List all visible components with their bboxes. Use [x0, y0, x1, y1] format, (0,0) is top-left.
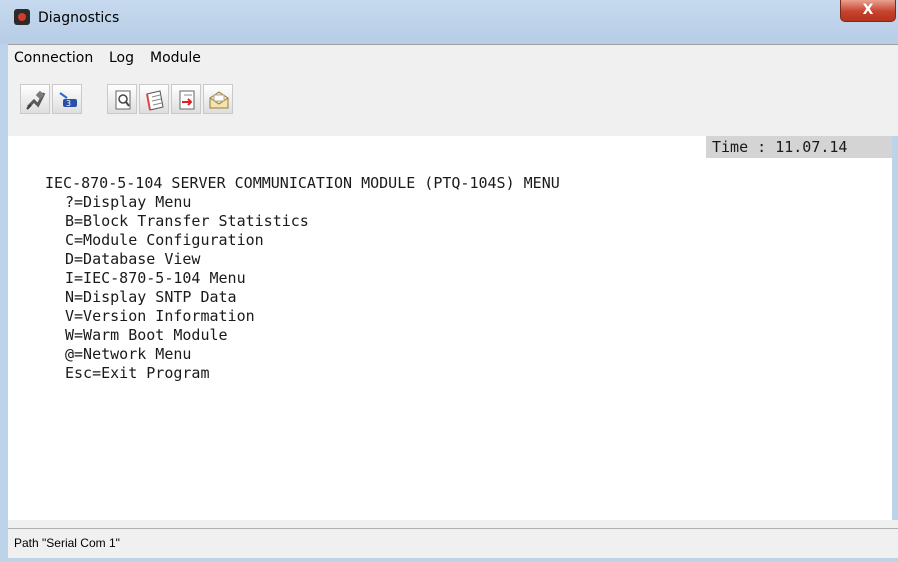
status-path: Path "Serial Com 1": [14, 536, 120, 550]
close-button[interactable]: X: [840, 0, 896, 22]
diagnostics-window: Diagnostics X Connection Log Module 3 Ti…: [0, 0, 898, 562]
status-bar: Path "Serial Com 1": [8, 528, 898, 558]
divider: [8, 520, 898, 528]
menu-line: B=Block Transfer Statistics: [65, 212, 309, 230]
serial-port-button[interactable]: 3: [52, 84, 82, 114]
menu-list: ?=Display Menu B=Block Transfer Statisti…: [65, 193, 309, 383]
menu-title: IEC-870-5-104 SERVER COMMUNICATION MODUL…: [45, 174, 560, 192]
menu-line: W=Warm Boot Module: [65, 326, 228, 344]
menu-line: @=Network Menu: [65, 345, 192, 363]
terminal-output[interactable]: Time : 11.07.14 IEC-870-5-104 SERVER COM…: [8, 136, 892, 520]
menu-connection[interactable]: Connection: [14, 49, 93, 67]
message-button[interactable]: [203, 84, 233, 114]
menu-line: N=Display SNTP Data: [65, 288, 237, 306]
menu-line: V=Version Information: [65, 307, 255, 325]
menu-module[interactable]: Module: [150, 49, 201, 67]
open-envelope-icon: [209, 91, 229, 109]
menu-line: C=Module Configuration: [65, 231, 264, 249]
menu-log[interactable]: Log: [109, 49, 134, 67]
menu-line: D=Database View: [65, 250, 201, 268]
disconnect-plug-icon: [26, 90, 46, 110]
menu-line: Esc=Exit Program: [65, 364, 210, 382]
serial-port-icon: 3: [59, 92, 77, 108]
time-display: Time : 11.07.14: [706, 136, 892, 158]
window-title: Diagnostics: [38, 10, 120, 26]
notebook-icon: [146, 90, 164, 111]
menu-line: ?=Display Menu: [65, 193, 192, 211]
view-log-button[interactable]: [107, 84, 137, 114]
disconnect-button[interactable]: [20, 84, 50, 114]
transfer-button[interactable]: [171, 84, 201, 114]
menu-line: I=IEC-870-5-104 Menu: [65, 269, 246, 287]
document-transfer-icon: [179, 90, 195, 110]
app-icon[interactable]: [14, 9, 30, 25]
magnifier-document-icon: [115, 90, 131, 110]
svg-text:3: 3: [66, 99, 71, 108]
toolbar: 3: [8, 72, 898, 136]
menu-bar: Connection Log Module: [8, 44, 898, 72]
title-bar[interactable]: Diagnostics X: [0, 0, 898, 44]
notebook-button[interactable]: [139, 84, 169, 114]
